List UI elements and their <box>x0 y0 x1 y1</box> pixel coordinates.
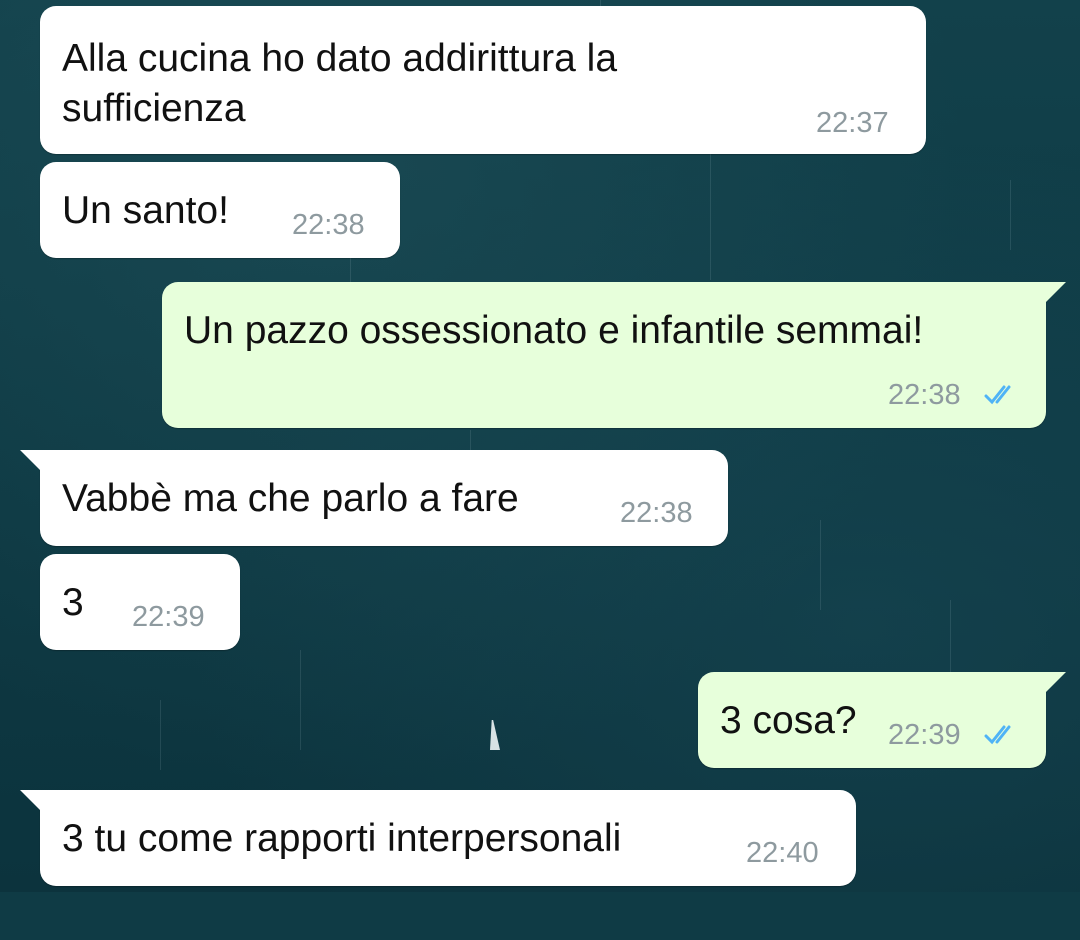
message-bubble-incoming[interactable]: 3 tu come rapporti interpersonali 22:40 <box>20 790 856 886</box>
message-bubble-outgoing[interactable]: 3 cosa? 22:39 <box>698 672 1066 768</box>
message-timestamp: 22:38 <box>292 209 365 241</box>
message-bubble-incoming[interactable]: Alla cucina ho dato addirittura la suffi… <box>40 6 926 154</box>
message-timestamp: 22:38 <box>888 379 961 411</box>
message-timestamp: 22:40 <box>746 837 819 869</box>
message-timestamp: 22:37 <box>816 107 889 139</box>
double-check-icon <box>984 385 1011 405</box>
message-text: Alla cucina ho dato addirittura la <box>62 37 618 80</box>
double-check-icon <box>984 725 1011 745</box>
message-text: 3 tu come rapporti interpersonali <box>62 817 622 860</box>
message-timestamp: 22:39 <box>132 601 205 633</box>
message-text: sufficienza <box>62 87 246 130</box>
message-bubble-incoming[interactable]: Un santo! 22:38 <box>40 162 400 258</box>
message-text: Vabbè ma che parlo a fare <box>62 477 519 520</box>
message-bubble-incoming[interactable]: 3 22:39 <box>40 554 240 650</box>
message-text: Un santo! <box>62 189 229 232</box>
message-bubble-outgoing[interactable]: Un pazzo ossessionato e infantile semmai… <box>162 282 1066 428</box>
message-timestamp: 22:39 <box>888 719 961 751</box>
message-text: Un pazzo ossessionato e infantile semmai… <box>184 309 924 352</box>
message-timestamp: 22:38 <box>620 497 693 529</box>
message-text: 3 cosa? <box>720 699 857 742</box>
message-text: 3 <box>62 581 84 624</box>
message-bubble-incoming[interactable]: Vabbè ma che parlo a fare 22:38 <box>20 450 728 546</box>
